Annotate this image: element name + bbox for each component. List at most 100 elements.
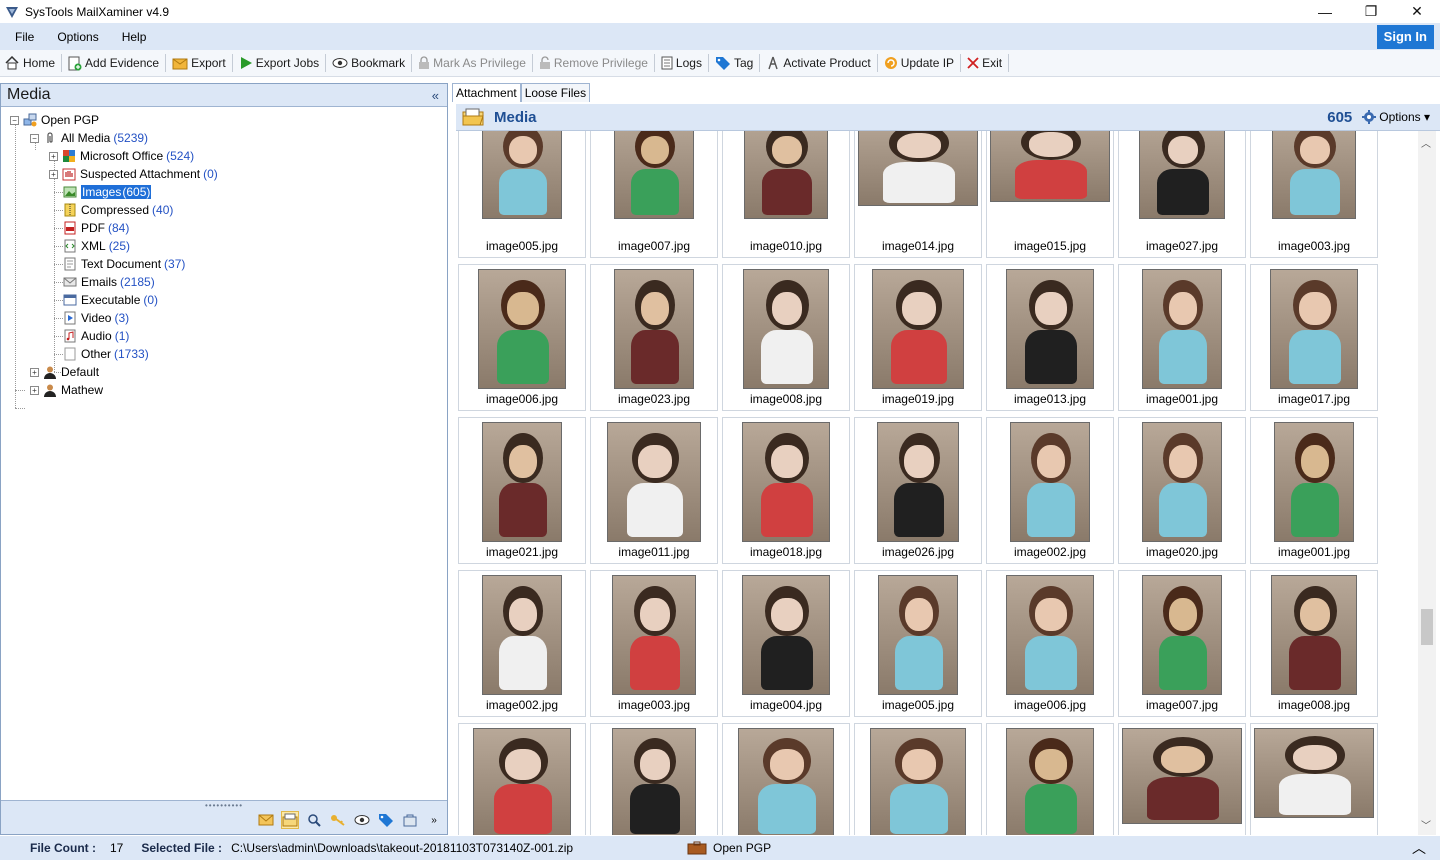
tree-item-default[interactable]: + Default [30,363,99,381]
more-options-icon[interactable]: » [425,811,443,829]
mark-privilege-button[interactable]: Mark As Privilege [414,52,530,74]
package-icon[interactable] [401,811,419,829]
tree-item-xml[interactable]: XML (25) [63,237,130,255]
media-filter-icon[interactable] [281,811,299,829]
image-thumbnail[interactable]: image014.jpg [854,131,982,258]
tag-filter-icon[interactable] [377,811,395,829]
image-thumbnail[interactable]: image010.jpg [722,131,850,258]
minimize-button[interactable]: — [1302,0,1348,23]
gallery-scrollbar[interactable]: ︿ ﹀ [1418,131,1436,835]
collapse-toggle[interactable]: − [30,133,39,143]
tree-item-images[interactable]: Images (605) [63,183,152,201]
activate-product-button[interactable]: Activate Product [762,52,874,74]
image-thumbnail[interactable]: image007.jpg [1118,570,1246,717]
email-filter-icon[interactable] [257,811,275,829]
image-thumbnail[interactable]: image005.jpg [854,570,982,717]
thumbnail-caption: image021.jpg [485,545,559,559]
menu-help[interactable]: Help [114,30,155,44]
image-thumbnail[interactable]: image003.jpg [1250,131,1378,258]
image-thumbnail[interactable]: image019.jpg [854,264,982,411]
image-thumbnail[interactable]: image027.jpg [1118,131,1246,258]
logs-button[interactable]: Logs [657,52,706,74]
image-thumbnail[interactable] [458,723,586,835]
preview-eye-icon[interactable] [353,811,371,829]
image-thumbnail[interactable]: image004.jpg [722,570,850,717]
tree-item-video[interactable]: Video (3) [63,309,129,327]
tree-item-all-media[interactable]: − All Media (5239) [30,129,148,147]
briefcase-icon [687,841,707,855]
close-window-button[interactable]: ✕ [1394,0,1440,23]
tree-item-microsoft-office[interactable]: + Microsoft Office (524) [49,147,194,165]
image-thumbnail[interactable] [854,723,982,835]
collapse-toggle[interactable]: − [10,115,19,125]
tree-item-emails[interactable]: Emails (2185) [63,273,155,291]
exit-icon [967,57,979,69]
key-icon[interactable] [329,811,347,829]
options-dropdown[interactable]: Options ▾ [1362,110,1430,124]
scroll-thumb[interactable] [1421,609,1433,645]
tag-button[interactable]: Tag [711,52,757,74]
scroll-up-arrow[interactable]: ︿ [1421,135,1431,150]
tab-loose-files[interactable]: Loose Files [520,83,591,102]
image-thumbnail[interactable]: image005.jpg [458,131,586,258]
tab-attachment[interactable]: Attachment [452,83,521,102]
thumbnail-image [473,728,571,835]
image-thumbnail[interactable]: image015.jpg [986,131,1114,258]
image-thumbnail[interactable]: image001.jpg [1118,264,1246,411]
bookmark-button[interactable]: Bookmark [328,52,409,74]
tree-item-open-pgp[interactable]: − Open PGP [10,111,99,129]
thumbnail-image [877,422,959,542]
image-thumbnail[interactable]: image002.jpg [986,417,1114,564]
sign-in-button[interactable]: Sign In [1376,24,1434,49]
image-thumbnail[interactable] [1118,723,1246,835]
image-thumbnail[interactable]: image017.jpg [1250,264,1378,411]
add-evidence-button[interactable]: Add Evidence [64,52,163,74]
export-button[interactable]: Export [168,52,230,74]
image-thumbnail[interactable]: image003.jpg [590,570,718,717]
image-thumbnail[interactable]: image008.jpg [722,264,850,411]
tree-item-mathew[interactable]: + Mathew [30,381,103,399]
image-thumbnail[interactable]: image007.jpg [590,131,718,258]
expand-toggle[interactable]: + [49,169,58,179]
search-icon[interactable] [305,811,323,829]
image-thumbnail[interactable] [590,723,718,835]
collapse-panel-button[interactable]: « [432,88,439,103]
image-thumbnail[interactable]: image013.jpg [986,264,1114,411]
expand-toggle[interactable]: + [30,367,39,377]
resize-grip[interactable]: •••••••••• [205,801,243,810]
image-thumbnail[interactable]: image018.jpg [722,417,850,564]
tree-item-pdf[interactable]: PDF (84) [63,219,129,237]
scroll-down-arrow[interactable]: ﹀ [1421,817,1431,832]
image-thumbnail[interactable]: image021.jpg [458,417,586,564]
add-evidence-icon [68,56,82,70]
image-thumbnail[interactable]: image006.jpg [986,570,1114,717]
expand-status-button[interactable]: ︿ [1412,838,1426,858]
tree-item-executable[interactable]: Executable (0) [63,291,158,309]
tree-item-compressed[interactable]: Compressed (40) [63,201,173,219]
tree-item-audio[interactable]: Audio (1) [63,327,129,345]
image-thumbnail[interactable]: image001.jpg [1250,417,1378,564]
export-jobs-button[interactable]: Export Jobs [235,52,323,74]
tree-item-other[interactable]: Other (1733) [63,345,149,363]
menu-options[interactable]: Options [49,30,106,44]
remove-privilege-button[interactable]: Remove Privilege [535,52,652,74]
image-thumbnail[interactable]: image006.jpg [458,264,586,411]
image-thumbnail[interactable] [986,723,1114,835]
home-button[interactable]: Home [0,52,59,74]
image-thumbnail[interactable]: image011.jpg [590,417,718,564]
update-ip-button[interactable]: Update IP [880,52,958,74]
image-thumbnail[interactable]: image026.jpg [854,417,982,564]
expand-toggle[interactable]: + [49,151,58,161]
image-thumbnail[interactable]: image002.jpg [458,570,586,717]
expand-toggle[interactable]: + [30,385,39,395]
image-thumbnail[interactable] [1250,723,1378,835]
menu-file[interactable]: File [7,30,42,44]
exit-button[interactable]: Exit [963,52,1006,74]
image-thumbnail[interactable] [722,723,850,835]
tree-item-text-document[interactable]: Text Document (37) [63,255,185,273]
image-thumbnail[interactable]: image023.jpg [590,264,718,411]
maximize-button[interactable]: ❐ [1348,0,1394,23]
image-thumbnail[interactable]: image020.jpg [1118,417,1246,564]
image-thumbnail[interactable]: image008.jpg [1250,570,1378,717]
tree-item-suspected-attachment[interactable]: + Suspected Attachment (0) [49,165,218,183]
